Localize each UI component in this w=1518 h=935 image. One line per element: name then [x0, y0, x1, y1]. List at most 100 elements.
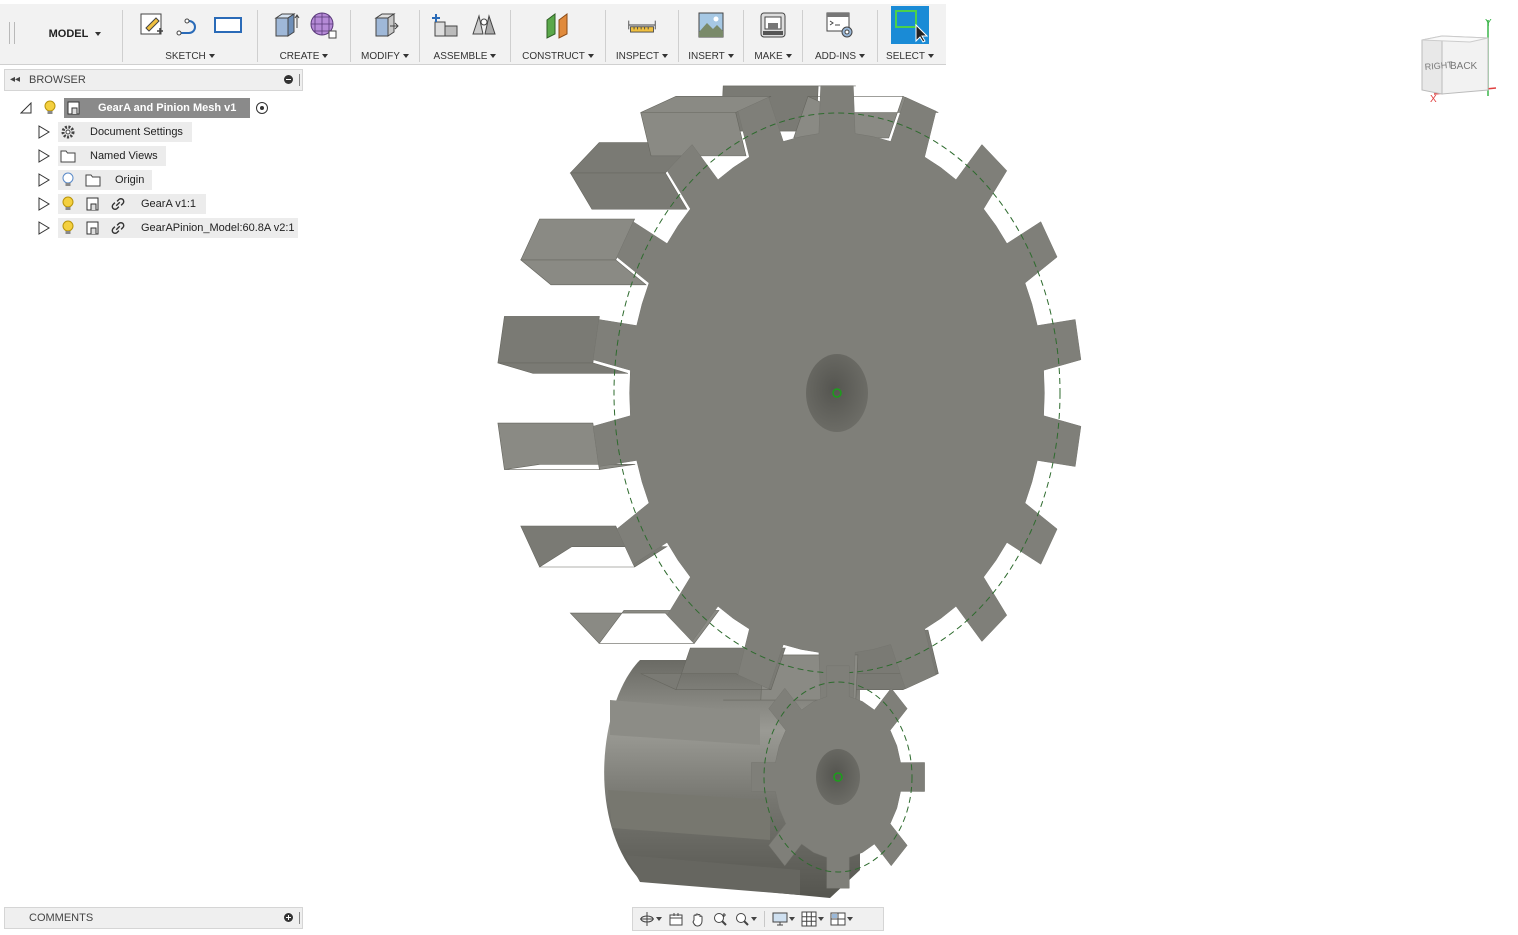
folder-icon	[85, 172, 101, 188]
comments-title: COMMENTS	[29, 912, 94, 924]
caret-icon	[95, 32, 102, 36]
pan-button[interactable]	[688, 910, 708, 928]
assemble-group: ASSEMBLE	[421, 4, 509, 64]
browser-item-label: Origin	[115, 174, 145, 186]
inspect-menu[interactable]: INSPECT	[607, 51, 677, 62]
add-comment-icon[interactable]	[284, 913, 293, 922]
component-icon	[66, 100, 82, 116]
insert-image-icon[interactable]	[696, 10, 726, 40]
separator	[510, 10, 511, 62]
insert-group: INSERT	[680, 4, 742, 64]
3d-viewport[interactable]	[305, 64, 1518, 904]
link-icon	[110, 196, 126, 212]
modify-menu[interactable]: MODIFY	[352, 51, 418, 62]
construct-group: CONSTRUCT	[512, 4, 604, 64]
make-menu[interactable]: MAKE	[745, 51, 801, 62]
grid-icon	[801, 911, 817, 927]
separator	[350, 10, 351, 62]
sketch-group: SKETCH	[124, 4, 256, 64]
spline-icon[interactable]	[175, 10, 205, 40]
rectangle-icon[interactable]	[213, 10, 243, 40]
measure-icon[interactable]	[627, 10, 657, 40]
expand-triangle-icon[interactable]	[38, 197, 50, 211]
view-cube-back[interactable]: BACK	[1450, 61, 1478, 72]
create-sketch-icon[interactable]	[137, 10, 167, 40]
view-cube[interactable]: RIGHT BACK X Y	[1412, 16, 1508, 106]
comments-panel: COMMENTS	[4, 907, 303, 929]
modify-group: MODIFY	[352, 4, 418, 64]
component-icon	[85, 220, 101, 236]
browser-item-document-settings[interactable]: Document Settings	[0, 122, 300, 142]
grid-settings-button[interactable]	[799, 910, 826, 928]
extrude-icon[interactable]	[270, 10, 300, 40]
look-at-button[interactable]	[666, 910, 686, 928]
expand-triangle-icon[interactable]	[38, 125, 50, 139]
display-settings-button[interactable]	[770, 910, 797, 928]
pinion-gear[interactable]	[751, 665, 925, 889]
workspace-label: MODEL	[48, 28, 89, 40]
press-pull-icon[interactable]	[370, 10, 400, 40]
light-bulb-icon[interactable]	[60, 196, 76, 212]
separator	[605, 10, 606, 62]
sketch-menu[interactable]: SKETCH	[124, 51, 256, 62]
browser-item-label: GearAPinion_Model:60.8A v2:1	[141, 222, 295, 234]
separator	[802, 10, 803, 62]
minimize-browser-icon[interactable]	[284, 75, 293, 84]
joint-icon[interactable]	[469, 10, 499, 40]
gear-bore-hole	[806, 354, 868, 432]
browser-item-origin[interactable]: Origin	[0, 170, 300, 190]
orbit-button[interactable]	[637, 910, 664, 928]
folder-icon	[60, 148, 76, 164]
browser-item-label: GearA v1:1	[141, 198, 197, 210]
zoom-fit-icon	[736, 913, 749, 926]
select-menu[interactable]: SELECT	[879, 51, 941, 62]
axis-y-label: Y	[1485, 18, 1492, 29]
fit-button[interactable]	[732, 910, 759, 928]
zoom-button[interactable]	[710, 910, 730, 928]
separator	[419, 10, 420, 62]
add-ins-menu[interactable]: ADD-INS	[804, 51, 876, 62]
create-menu[interactable]: CREATE	[259, 51, 349, 62]
insert-menu[interactable]: INSERT	[680, 51, 742, 62]
browser-item-named-views[interactable]: Named Views	[0, 146, 300, 166]
light-bulb-icon[interactable]	[60, 220, 76, 236]
add-ins-group: ADD-INS	[804, 4, 876, 64]
display-icon	[772, 912, 788, 926]
toolbar-grip[interactable]	[9, 22, 15, 44]
select-group: SELECT	[879, 4, 941, 64]
light-bulb-off-icon[interactable]	[60, 172, 76, 188]
expand-triangle-icon[interactable]	[38, 221, 50, 235]
pinion-bore-hole	[816, 749, 860, 805]
look-at-icon	[669, 913, 683, 926]
new-component-icon[interactable]	[431, 10, 461, 40]
gear-model[interactable]	[305, 64, 1518, 904]
select-icon[interactable]	[891, 6, 929, 44]
browser-header: ◂◂ BROWSER	[4, 69, 303, 91]
3d-print-icon[interactable]	[758, 10, 788, 40]
assemble-menu[interactable]: ASSEMBLE	[421, 51, 509, 62]
comments-resize-handle[interactable]	[299, 912, 300, 924]
viewports-button[interactable]	[828, 910, 855, 928]
link-icon	[110, 220, 126, 236]
collapse-browser-icon[interactable]: ◂◂	[10, 74, 20, 85]
expand-triangle-icon[interactable]	[38, 149, 50, 163]
browser-root-row[interactable]: GearA and Pinion Mesh v1	[0, 98, 300, 118]
separator	[257, 10, 258, 62]
form-icon[interactable]	[308, 10, 338, 40]
browser-item-gearapinion[interactable]: GearAPinion_Model:60.8A v2:1	[0, 218, 300, 238]
workspace-dropdown[interactable]: MODEL	[30, 22, 120, 46]
browser-item-label: Named Views	[90, 150, 158, 162]
collapse-triangle-icon[interactable]	[20, 102, 32, 114]
browser-item-geara[interactable]: GearA v1:1	[0, 194, 300, 214]
pan-hand-icon	[692, 913, 703, 927]
browser-resize-handle[interactable]	[299, 74, 300, 86]
expand-triangle-icon[interactable]	[38, 173, 50, 187]
browser-item-label: Document Settings	[90, 126, 183, 138]
construct-menu[interactable]: CONSTRUCT	[512, 51, 604, 62]
scripts-icon[interactable]	[825, 10, 855, 40]
activate-radio-icon[interactable]	[254, 100, 270, 116]
light-bulb-icon[interactable]	[42, 100, 58, 116]
component-icon	[85, 196, 101, 212]
root-label[interactable]: GearA and Pinion Mesh v1	[90, 98, 244, 118]
offset-plane-icon[interactable]	[543, 10, 573, 40]
